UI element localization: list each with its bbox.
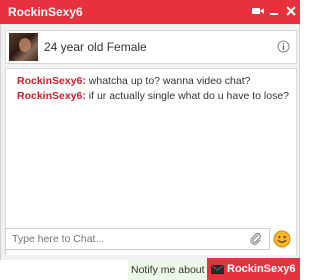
chat-tab-label: RockinSexy6 (227, 263, 296, 275)
message-text: if ur actually single what do u have to … (85, 90, 289, 102)
profile-card[interactable]: 24 year old Female (5, 30, 297, 64)
chat-tab[interactable]: RockinSexy6 (207, 258, 300, 280)
paperclip-icon[interactable] (249, 232, 263, 246)
message-text: whatcha up to? wanna video chat? (85, 75, 251, 87)
chat-input-wrap (5, 228, 270, 250)
notify-text[interactable]: Notify me about any (131, 264, 208, 276)
envelope-icon (211, 265, 224, 274)
smiley-icon[interactable] (273, 230, 291, 248)
profile-description: 24 year old Female (44, 40, 147, 54)
window-title: RockinSexy6 (8, 5, 83, 19)
emoji-button[interactable] (273, 230, 291, 248)
message-sender: RockinSexy6: (17, 75, 86, 87)
message-sender: RockinSexy6: (17, 90, 86, 102)
video-camera-icon[interactable] (251, 4, 265, 18)
message: RockinSexy6: whatcha up to? wanna video … (17, 75, 251, 87)
notify-bar: Notify me about any (128, 260, 208, 280)
chat-window: 24 year old Female RockinSexy6: whatcha … (0, 24, 300, 266)
info-icon[interactable] (277, 40, 290, 53)
close-icon[interactable] (284, 4, 298, 18)
chat-titlebar: RockinSexy6 (0, 0, 300, 25)
avatar[interactable] (9, 33, 38, 61)
chat-input[interactable] (6, 229, 250, 249)
minimize-icon[interactable] (267, 4, 281, 18)
message: RockinSexy6: if ur actually single what … (17, 90, 289, 102)
